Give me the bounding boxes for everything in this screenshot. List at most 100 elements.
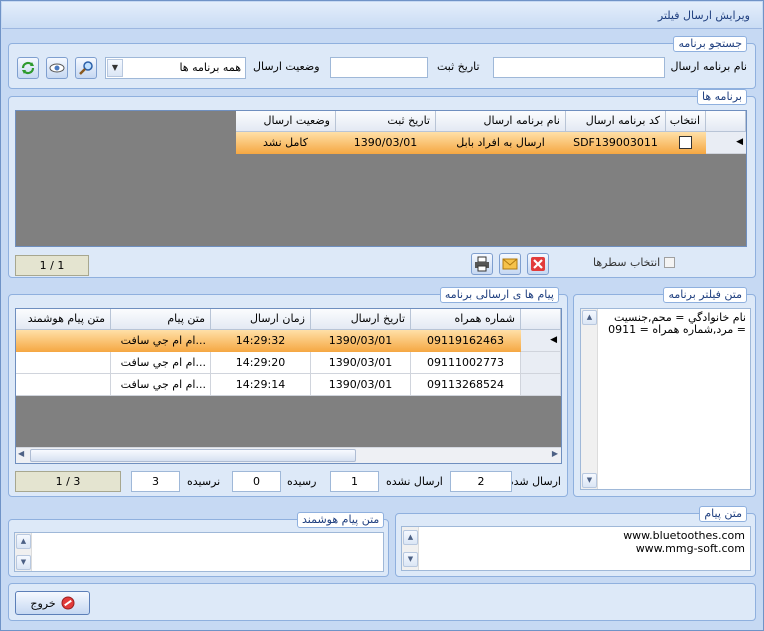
filter-scrollbar[interactable]: ▲ ▼ xyxy=(581,309,598,489)
printer-icon xyxy=(475,256,489,272)
message-text-area[interactable]: ▲ ▼ www.bluetoothes.com www.mmg-soft.com xyxy=(401,526,751,571)
table-row[interactable]: 09111002773 1390/03/01 14:29:20 ام ام جي… xyxy=(16,352,561,374)
smart-message-group-title: متن پیام هوشمند xyxy=(297,512,385,528)
col-send-time-header[interactable]: زمان ارسال xyxy=(211,309,311,330)
row-text: ام ام جي سافت... xyxy=(111,352,211,374)
program-name-label: نام برنامه ارسال xyxy=(670,60,747,73)
send-status-value: همه برنامه ها xyxy=(179,61,241,74)
delete-x-icon xyxy=(531,257,545,271)
not-received-label: نرسیده xyxy=(187,475,221,488)
scroll-right-icon[interactable]: ▶ xyxy=(552,449,558,458)
col-smart-message-header[interactable]: متن پیام هوشمند xyxy=(16,309,111,330)
row-indicator xyxy=(521,374,561,396)
search-button[interactable] xyxy=(75,57,97,79)
message-text-group: متن پیام ▲ ▼ www.bluetoothes.com www.mmg… xyxy=(395,506,756,577)
row-phone: 09111002773 xyxy=(411,352,521,374)
row-indicator: ◀ xyxy=(521,330,561,352)
message-text-scrollbar[interactable]: ▲ ▼ xyxy=(402,527,419,570)
smart-message-text-area[interactable]: ▲ ▼ xyxy=(14,532,384,572)
dropdown-arrow-icon[interactable]: ▼ xyxy=(107,59,123,77)
not-received-count: 3 xyxy=(131,471,180,492)
col-date-header[interactable]: تاریخ ثبت xyxy=(336,111,436,132)
exit-label: خروج xyxy=(30,596,56,610)
row-time: 14:29:20 xyxy=(211,352,311,374)
filter-line-2: = مرد,شماره همراه = 0911 xyxy=(608,323,746,336)
exit-button[interactable]: خروج xyxy=(15,591,90,615)
scroll-thumb[interactable] xyxy=(30,449,356,462)
sent-label: ارسال شده xyxy=(507,475,561,488)
horizontal-scrollbar[interactable]: ◀ ▶ xyxy=(16,447,561,463)
main-window: ویرایش ارسال فیلتر جستجو برنامه نام برنا… xyxy=(0,0,764,631)
select-rows-checkbox[interactable] xyxy=(664,257,675,268)
message-text-line-2: www.mmg-soft.com xyxy=(635,542,745,555)
table-row[interactable]: 09113268524 1390/03/01 14:29:14 ام ام جي… xyxy=(16,374,561,396)
row-text: ام ام جي سافت... xyxy=(120,334,206,347)
messages-pager: 1 / 3 xyxy=(15,471,121,492)
table-row[interactable]: ◀ 09119162463 1390/03/01 14:29:32 ام ام … xyxy=(16,330,561,352)
row-date: 1390/03/01 xyxy=(328,334,393,347)
search-group-title: جستجو برنامه xyxy=(673,36,747,52)
row-select-checkbox-cell[interactable] xyxy=(666,132,706,154)
row-date: 1390/03/01 xyxy=(311,352,411,374)
messages-group-title: پیام ها ی ارسالی برنامه xyxy=(439,287,559,303)
programs-grid: انتخاب کد برنامه ارسال نام برنامه ارسال … xyxy=(15,110,747,247)
not-sent-count: 1 xyxy=(330,471,379,492)
filter-text-area[interactable]: ▲ ▼ نام خانوادگي = محم,جنسيت = مرد,شماره… xyxy=(580,308,751,490)
row-indicator xyxy=(521,352,561,374)
programs-group: برنامه ها انتخاب کد برنامه ارسال نام برن… xyxy=(8,89,756,278)
programs-group-title: برنامه ها xyxy=(697,89,747,105)
register-date-label: تاریخ ثبت xyxy=(437,60,480,73)
envelope-icon xyxy=(502,258,518,270)
programs-pager: 1 / 1 xyxy=(15,255,89,276)
scroll-up-icon[interactable]: ▲ xyxy=(403,530,418,545)
exit-no-entry-icon xyxy=(61,596,75,610)
table-row[interactable]: ◀ SDF139003011 ارسال به افراد بابل 1390/… xyxy=(236,132,746,154)
row-date: 1390/03/01 xyxy=(311,374,411,396)
scroll-down-icon[interactable]: ▼ xyxy=(582,473,597,488)
delete-button[interactable] xyxy=(527,253,549,275)
col-status-header[interactable]: وضعیت ارسال xyxy=(236,111,336,132)
footer-bar: خروج xyxy=(8,583,756,621)
row-time: 14:29:14 xyxy=(211,374,311,396)
row-phone: 09119162463 xyxy=(427,334,504,347)
row-smart xyxy=(16,352,111,374)
send-status-label: وضعیت ارسال xyxy=(253,60,320,73)
col-message-header[interactable]: متن پیام xyxy=(111,309,211,330)
scroll-down-icon[interactable]: ▼ xyxy=(16,555,31,570)
received-label: رسیده xyxy=(287,475,317,488)
scroll-down-icon[interactable]: ▼ xyxy=(403,552,418,567)
col-name-header[interactable]: نام برنامه ارسال xyxy=(436,111,566,132)
row-select-checkbox[interactable] xyxy=(679,136,692,149)
eye-icon xyxy=(49,63,65,73)
row-status: کامل نشد xyxy=(263,136,308,149)
row-indicator: ◀ xyxy=(706,132,746,154)
register-date-input[interactable] xyxy=(330,57,428,78)
search-group: جستجو برنامه نام برنامه ارسال تاریخ ثبت … xyxy=(8,36,756,89)
scroll-up-icon[interactable]: ▲ xyxy=(582,310,597,325)
received-count: 0 xyxy=(232,471,281,492)
row-time: 14:29:32 xyxy=(235,334,286,347)
filter-group-title: متن فیلتر برنامه xyxy=(663,287,747,303)
sent-count: 2 xyxy=(450,471,512,492)
smart-message-scrollbar[interactable]: ▲ ▼ xyxy=(15,533,32,571)
message-text-group-title: متن پیام xyxy=(699,506,747,522)
message-button[interactable] xyxy=(499,253,521,275)
send-status-select[interactable]: همه برنامه ها ▼ xyxy=(105,57,246,79)
scroll-up-icon[interactable]: ▲ xyxy=(16,534,31,549)
col-select-header[interactable]: انتخاب xyxy=(666,111,706,132)
header-corner xyxy=(521,309,561,330)
program-name-input[interactable] xyxy=(493,57,665,78)
col-phone-header[interactable]: شماره همراه xyxy=(411,309,521,330)
messages-group: پیام ها ی ارسالی برنامه شماره همراه تاری… xyxy=(8,287,568,497)
refresh-button[interactable] xyxy=(17,57,39,79)
view-button[interactable] xyxy=(46,57,68,79)
print-button[interactable] xyxy=(471,253,493,275)
row-smart xyxy=(16,374,111,396)
col-send-date-header[interactable]: تاریخ ارسال xyxy=(311,309,411,330)
filter-group: متن فیلتر برنامه ▲ ▼ نام خانوادگي = محم,… xyxy=(573,287,756,497)
scroll-left-icon[interactable]: ◀ xyxy=(18,449,24,458)
row-phone: 09113268524 xyxy=(411,374,521,396)
row-date: 1390/03/01 xyxy=(353,136,418,149)
col-code-header[interactable]: کد برنامه ارسال xyxy=(566,111,666,132)
row-text: ام ام جي سافت... xyxy=(111,374,211,396)
